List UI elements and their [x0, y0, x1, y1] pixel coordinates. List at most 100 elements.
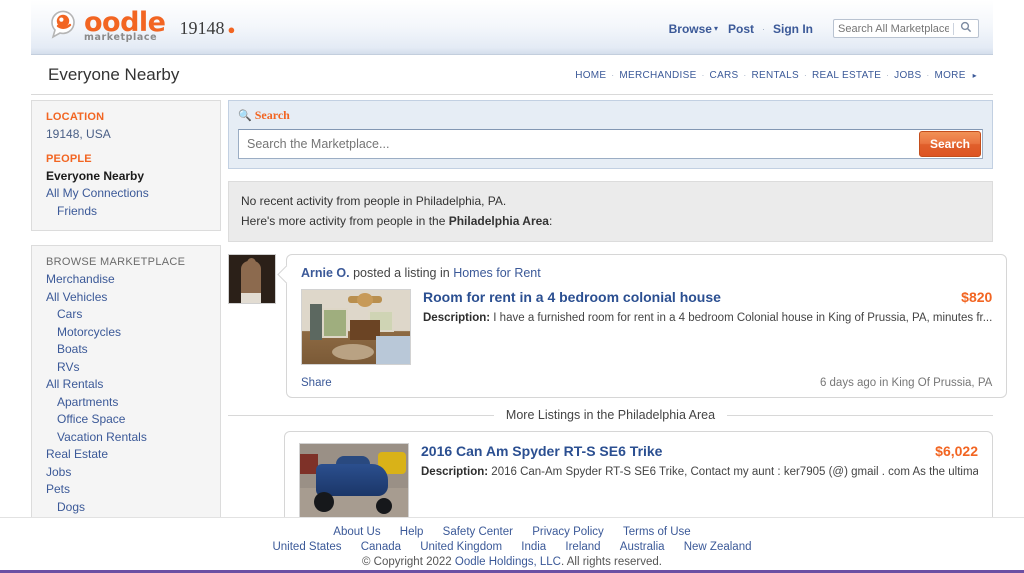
map-pin-icon: ● [228, 22, 236, 37]
site-logo[interactable]: oodle marketplace 19148● [48, 8, 235, 42]
footer-link-india[interactable]: India [521, 541, 546, 553]
listing-description: Description: I have a furnished room for… [423, 311, 992, 326]
search-panel: 🔍Search Search [228, 100, 993, 169]
sidebar-item-rvs[interactable]: RVs [32, 359, 220, 377]
sidebar-item-all-rentals[interactable]: All Rentals [32, 376, 220, 394]
sidebar-item-everyone-nearby[interactable]: Everyone Nearby [32, 168, 220, 186]
sidebar-item-jobs[interactable]: Jobs [32, 464, 220, 482]
sidebar-item-pets[interactable]: Pets [32, 481, 220, 499]
listing-title-link[interactable]: 2016 Can Am Spyder RT-S SE6 Trike [421, 443, 662, 459]
category-separator: · [702, 71, 705, 80]
listing-description: Description: 2016 Can-Am Spyder RT-S SE6… [421, 465, 978, 480]
sidebar-item-friends[interactable]: Friends [32, 203, 220, 221]
top-bar: oodle marketplace 19148● Browse ▾ Post ·… [31, 0, 993, 55]
activity-action-text: posted a listing in [353, 266, 450, 280]
thumb-detail [310, 304, 322, 340]
sidebar-item-motorcycles[interactable]: Motorcycles [32, 324, 220, 342]
sidebar-item-vacation-rentals[interactable]: Vacation Rentals [32, 429, 220, 447]
listing-body: Room for rent in a 4 bedroom colonial ho… [423, 289, 992, 326]
footer: About Us Help Safety Center Privacy Poli… [0, 517, 1024, 573]
footer-link-ireland[interactable]: Ireland [565, 541, 600, 553]
footer-link-privacy-policy[interactable]: Privacy Policy [532, 526, 604, 538]
activity-header: Arnie O. posted a listing in Homes for R… [301, 266, 992, 280]
sidebar-item-boats[interactable]: Boats [32, 341, 220, 359]
notice-line-1: No recent activity from people in Philad… [241, 191, 980, 211]
activity-author-link[interactable]: Arnie O. [301, 266, 350, 280]
page-title: Everyone Nearby [48, 65, 179, 85]
sidebar-people-heading: PEOPLE [32, 153, 220, 165]
avatar[interactable] [228, 254, 276, 304]
copyright-company-link[interactable]: Oodle Holdings, LLC [455, 556, 561, 568]
category-real-estate[interactable]: REAL ESTATE [812, 70, 881, 81]
footer-link-united-states[interactable]: United States [272, 541, 341, 553]
category-cars[interactable]: CARS [710, 70, 739, 81]
sidebar-item-all-vehicles[interactable]: All Vehicles [32, 289, 220, 307]
activity-card: Arnie O. posted a listing in Homes for R… [228, 254, 993, 398]
search-button[interactable]: Search [919, 131, 981, 157]
sidebar-item-office-space[interactable]: Office Space [32, 411, 220, 429]
nav-browse[interactable]: Browse [669, 22, 712, 36]
thumb-detail [376, 336, 410, 364]
category-rentals[interactable]: RENTALS [752, 70, 799, 81]
footer-link-about-us[interactable]: About Us [333, 526, 380, 538]
category-separator: · [804, 71, 807, 80]
zipcode-display[interactable]: 19148● [180, 18, 236, 42]
chevron-right-icon: ▸ [973, 71, 977, 80]
sidebar-item-all-my-connections[interactable]: All My Connections [32, 185, 220, 203]
footer-link-australia[interactable]: Australia [620, 541, 665, 553]
footer-link-canada[interactable]: Canada [361, 541, 401, 553]
avatar-shorts [241, 293, 261, 303]
footer-link-safety-center[interactable]: Safety Center [443, 526, 513, 538]
footer-link-new-zealand[interactable]: New Zealand [684, 541, 752, 553]
category-separator: · [886, 71, 889, 80]
sidebar-item-apartments[interactable]: Apartments [32, 394, 220, 412]
footer-link-united-kingdom[interactable]: United Kingdom [420, 541, 502, 553]
activity-notice: No recent activity from people in Philad… [228, 181, 993, 242]
sidebar-browse-heading: BROWSE MARKETPLACE [32, 256, 220, 268]
listing-footer: Share 6 days ago in King Of Prussia, PA [301, 377, 992, 389]
thumb-detail [332, 344, 374, 360]
category-separator: · [744, 71, 747, 80]
copyright-prefix: © Copyright 2022 [362, 556, 455, 568]
nav-sign-in[interactable]: Sign In [773, 22, 813, 36]
thumb-detail [316, 464, 388, 496]
search-input-row: Search [238, 129, 983, 159]
page-root: oodle marketplace 19148● Browse ▾ Post ·… [0, 0, 1024, 573]
marketplace-search-input[interactable] [239, 130, 919, 158]
chevron-down-icon: ▾ [714, 24, 718, 33]
global-search-box[interactable] [833, 19, 979, 38]
sidebar-location-value[interactable]: 19148, USA [32, 126, 220, 144]
listing-price: $820 [961, 289, 992, 305]
listing-price: $6,022 [935, 443, 978, 459]
activity-category-link[interactable]: Homes for Rent [453, 266, 541, 280]
share-link[interactable]: Share [301, 377, 332, 389]
nav-separator: · [762, 24, 765, 34]
category-more[interactable]: MORE [934, 70, 965, 81]
listing-row: Room for rent in a 4 bedroom colonial ho… [301, 289, 992, 365]
sidebar-item-dogs[interactable]: Dogs [32, 499, 220, 517]
listing-title-row: Room for rent in a 4 bedroom colonial ho… [423, 289, 992, 305]
listing-thumbnail-room-photo[interactable] [301, 289, 411, 365]
category-jobs[interactable]: JOBS [894, 70, 921, 81]
category-merchandise[interactable]: MERCHANDISE [619, 70, 696, 81]
footer-link-help[interactable]: Help [400, 526, 424, 538]
category-home[interactable]: HOME [575, 70, 606, 81]
sidebar-item-cars[interactable]: Cars [32, 306, 220, 324]
sidebar-item-real-estate[interactable]: Real Estate [32, 446, 220, 464]
zipcode-value: 19148 [180, 18, 225, 38]
sidebar-item-merchandise[interactable]: Merchandise [32, 271, 220, 289]
main-content: 🔍Search Search No recent activity from p… [228, 100, 993, 530]
more-listings-divider: More Listings in the Philadelphia Area [228, 408, 993, 422]
thumb-detail [314, 492, 334, 512]
listing-body: 2016 Can Am Spyder RT-S SE6 Trike $6,022… [421, 443, 978, 480]
footer-link-terms-of-use[interactable]: Terms of Use [623, 526, 691, 538]
global-search-input[interactable] [834, 23, 953, 35]
sidebar-people-panel: LOCATION 19148, USA PEOPLE Everyone Near… [31, 100, 221, 231]
notice-line-2-prefix: Here's more activity from people in the [241, 214, 449, 228]
listing-thumbnail-trike-photo[interactable] [299, 443, 409, 519]
search-icon[interactable] [954, 21, 978, 36]
nav-post[interactable]: Post [728, 22, 754, 36]
listing-row: 2016 Can Am Spyder RT-S SE6 Trike $6,022… [299, 443, 978, 519]
thumb-detail [376, 498, 392, 514]
listing-title-link[interactable]: Room for rent in a 4 bedroom colonial ho… [423, 289, 721, 305]
